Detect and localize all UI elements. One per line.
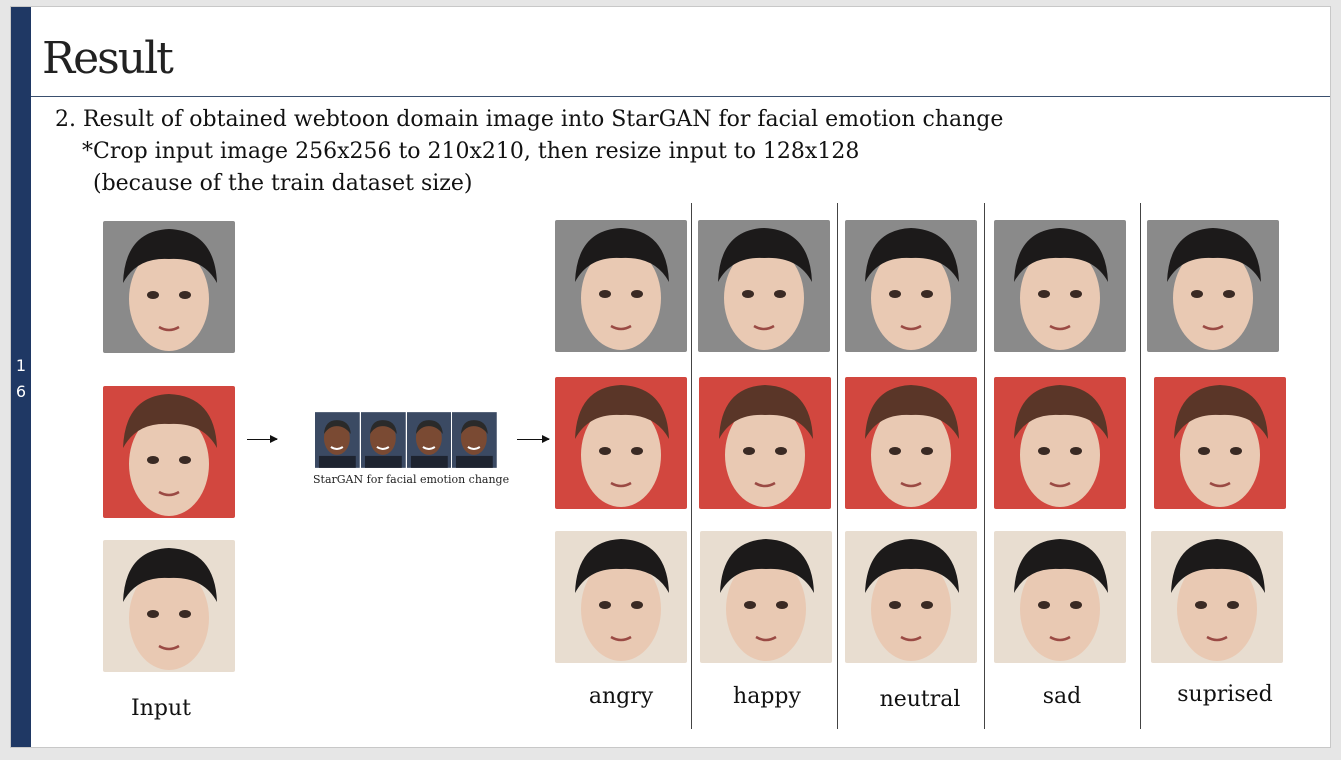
output-face-neutral [845,531,977,663]
input-label: Input [131,696,191,721]
note-line-2: (because of the train dataset size) [93,171,473,196]
output-face-suprised [1151,531,1283,663]
output-face-suprised [1154,377,1286,509]
example-photo [452,412,497,468]
column-divider [691,203,692,729]
column-divider [837,203,838,729]
output-face-suprised [1147,220,1279,352]
emotion-label-suprised: suprised [1177,682,1273,707]
output-face-happy [698,220,830,352]
output-face-sad [994,377,1126,509]
emotion-label-sad: sad [1042,684,1082,709]
column-divider [1140,203,1141,729]
output-face-sad [994,220,1126,352]
slide: 1 6 Result 2. Result of obtained webtoon… [10,6,1331,748]
output-face-neutral [845,220,977,352]
stargan-example-strip [315,412,497,468]
example-photo [406,412,452,468]
emotion-label-angry: angry [588,684,654,709]
output-face-angry [555,531,687,663]
slide-title: Result [42,33,174,84]
emotion-label-happy: happy [733,684,801,709]
title-divider [31,96,1330,97]
right-arrow-icon [247,435,278,443]
slide-number: 1 6 [15,356,27,401]
example-photo [360,412,406,468]
slide-sidebar: 1 6 [11,7,31,747]
emotion-label-neutral: neutral [879,687,961,712]
stargan-caption: StarGAN for facial emotion change [313,473,510,486]
output-face-angry [555,377,687,509]
output-face-sad [994,531,1126,663]
right-arrow-icon [517,435,550,443]
column-divider [984,203,985,729]
example-photo [315,412,360,468]
output-face-neutral [845,377,977,509]
note-line: *Crop input image 256x256 to 210x210, th… [82,139,860,164]
output-face-happy [700,531,832,663]
output-face-angry [555,220,687,352]
input-face-image [103,221,235,353]
input-face-image [103,386,235,518]
heading-line: 2. Result of obtained webtoon domain ima… [55,107,1004,132]
output-face-happy [699,377,831,509]
input-face-image [103,540,235,672]
